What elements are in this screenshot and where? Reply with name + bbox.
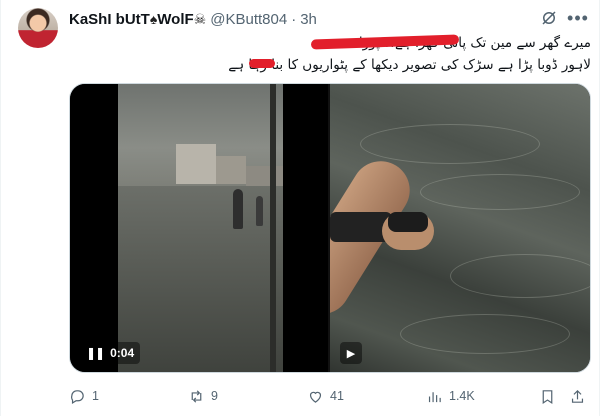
like-count: 41: [330, 389, 344, 403]
bookmark-button[interactable]: [539, 384, 556, 408]
post-time[interactable]: 3h: [300, 11, 317, 28]
display-name[interactable]: KaShI bUtT♠WolF☠: [69, 11, 206, 28]
avatar[interactable]: [18, 8, 58, 48]
tweet-card[interactable]: KaShI bUtT♠WolF☠ @KButt804 · 3h ••• میرے…: [0, 0, 600, 416]
heart-icon: [309, 391, 322, 403]
building: [176, 144, 216, 184]
water-ripple: [360, 124, 540, 164]
person: [233, 189, 243, 229]
user-handle[interactable]: @KButt804: [210, 11, 287, 28]
more-icon[interactable]: •••: [567, 8, 589, 28]
bookmark-icon: [542, 389, 553, 404]
water-ripple: [450, 254, 590, 298]
share-button[interactable]: [569, 384, 586, 408]
redaction-mark: [249, 59, 275, 68]
view-count: 1.4K: [449, 389, 475, 403]
skull-icon: ☠: [193, 10, 207, 27]
like-button[interactable]: 41: [307, 384, 344, 408]
media-grid: ❚❚ 0:04 ▶: [69, 83, 591, 373]
grok-icon[interactable]: [539, 8, 559, 28]
video-water-closeup[interactable]: ▶: [330, 84, 590, 372]
play-icon[interactable]: ▶: [340, 342, 362, 364]
video-flooded-street[interactable]: ❚❚ 0:04: [70, 84, 328, 372]
tweet-line-2: لاہور ڈوبا پڑا ہے سڑک کی تصویر دیکھا کے …: [228, 57, 591, 73]
building: [216, 156, 246, 184]
reply-count: 1: [92, 389, 99, 403]
tweet-header: KaShI bUtT♠WolF☠ @KButt804 · 3h: [69, 9, 317, 29]
building: [246, 166, 283, 186]
reply-icon: [71, 389, 84, 404]
wristwatch: [388, 212, 428, 232]
pole: [270, 84, 276, 372]
water-ripple: [420, 174, 580, 210]
share-icon: [571, 389, 584, 403]
repost-button[interactable]: 9: [188, 384, 218, 408]
views-icon: [428, 391, 441, 402]
video-controls[interactable]: ❚❚ 0:04: [80, 342, 141, 364]
reply-button[interactable]: 1: [69, 384, 99, 408]
views-button[interactable]: 1.4K: [426, 384, 475, 408]
repost-count: 9: [211, 389, 218, 403]
person: [256, 196, 263, 226]
repost-icon: [191, 389, 202, 403]
video-elapsed: 0:04: [110, 346, 135, 360]
water-ripple: [400, 314, 570, 354]
video-frame: [118, 84, 283, 372]
action-bar: 1 9 41 1.4K: [61, 384, 591, 408]
separator-dot: ·: [291, 10, 297, 28]
pause-icon[interactable]: ❚❚: [86, 346, 105, 360]
